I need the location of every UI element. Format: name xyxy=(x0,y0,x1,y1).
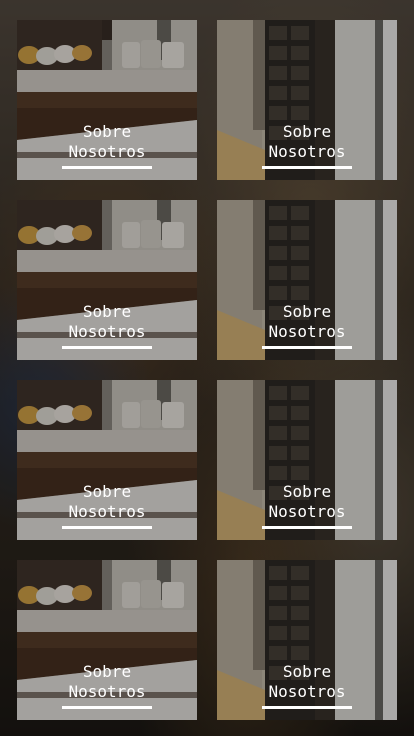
card-caption-line1: Sobre xyxy=(82,482,132,501)
card-sobre-nosotros-closet[interactable]: Sobre Nosotros xyxy=(217,380,397,540)
card-caption-line2: Nosotros xyxy=(268,502,346,521)
caption-underline xyxy=(62,706,152,709)
card-caption-line2: Nosotros xyxy=(68,682,146,701)
card-sobre-nosotros-bedroom[interactable]: Sobre Nosotros xyxy=(17,560,197,720)
card-caption-line1: Sobre xyxy=(282,662,332,681)
card-caption-line2: Nosotros xyxy=(268,142,346,161)
card-sobre-nosotros-bedroom[interactable]: Sobre Nosotros xyxy=(17,20,197,180)
card-caption-line1: Sobre xyxy=(82,302,132,321)
card-caption: Sobre Nosotros xyxy=(17,662,197,702)
caption-underline xyxy=(262,706,352,709)
caption-underline xyxy=(262,526,352,529)
caption-underline xyxy=(262,346,352,349)
card-caption: Sobre Nosotros xyxy=(217,122,397,162)
card-sobre-nosotros-bedroom[interactable]: Sobre Nosotros xyxy=(17,200,197,360)
card-caption-line1: Sobre xyxy=(282,482,332,501)
card-sobre-nosotros-bedroom[interactable]: Sobre Nosotros xyxy=(17,380,197,540)
page: Sobre Nosotros Sobre Nosotros Sobre Noso… xyxy=(0,0,414,736)
card-caption-line1: Sobre xyxy=(82,122,132,141)
card-caption-line1: Sobre xyxy=(282,122,332,141)
card-caption-line2: Nosotros xyxy=(68,142,146,161)
card-caption: Sobre Nosotros xyxy=(217,482,397,522)
card-caption: Sobre Nosotros xyxy=(217,662,397,702)
card-sobre-nosotros-closet[interactable]: Sobre Nosotros xyxy=(217,20,397,180)
caption-underline xyxy=(262,166,352,169)
card-sobre-nosotros-closet[interactable]: Sobre Nosotros xyxy=(217,560,397,720)
card-caption-line1: Sobre xyxy=(82,662,132,681)
card-caption: Sobre Nosotros xyxy=(17,122,197,162)
card-grid: Sobre Nosotros Sobre Nosotros Sobre Noso… xyxy=(17,20,397,720)
card-caption-line2: Nosotros xyxy=(68,322,146,341)
card-caption-line2: Nosotros xyxy=(68,502,146,521)
card-caption: Sobre Nosotros xyxy=(217,302,397,342)
card-caption-line2: Nosotros xyxy=(268,322,346,341)
caption-underline xyxy=(62,526,152,529)
card-sobre-nosotros-closet[interactable]: Sobre Nosotros xyxy=(217,200,397,360)
card-caption-line1: Sobre xyxy=(282,302,332,321)
card-caption: Sobre Nosotros xyxy=(17,482,197,522)
card-caption-line2: Nosotros xyxy=(268,682,346,701)
card-caption: Sobre Nosotros xyxy=(17,302,197,342)
caption-underline xyxy=(62,166,152,169)
caption-underline xyxy=(62,346,152,349)
